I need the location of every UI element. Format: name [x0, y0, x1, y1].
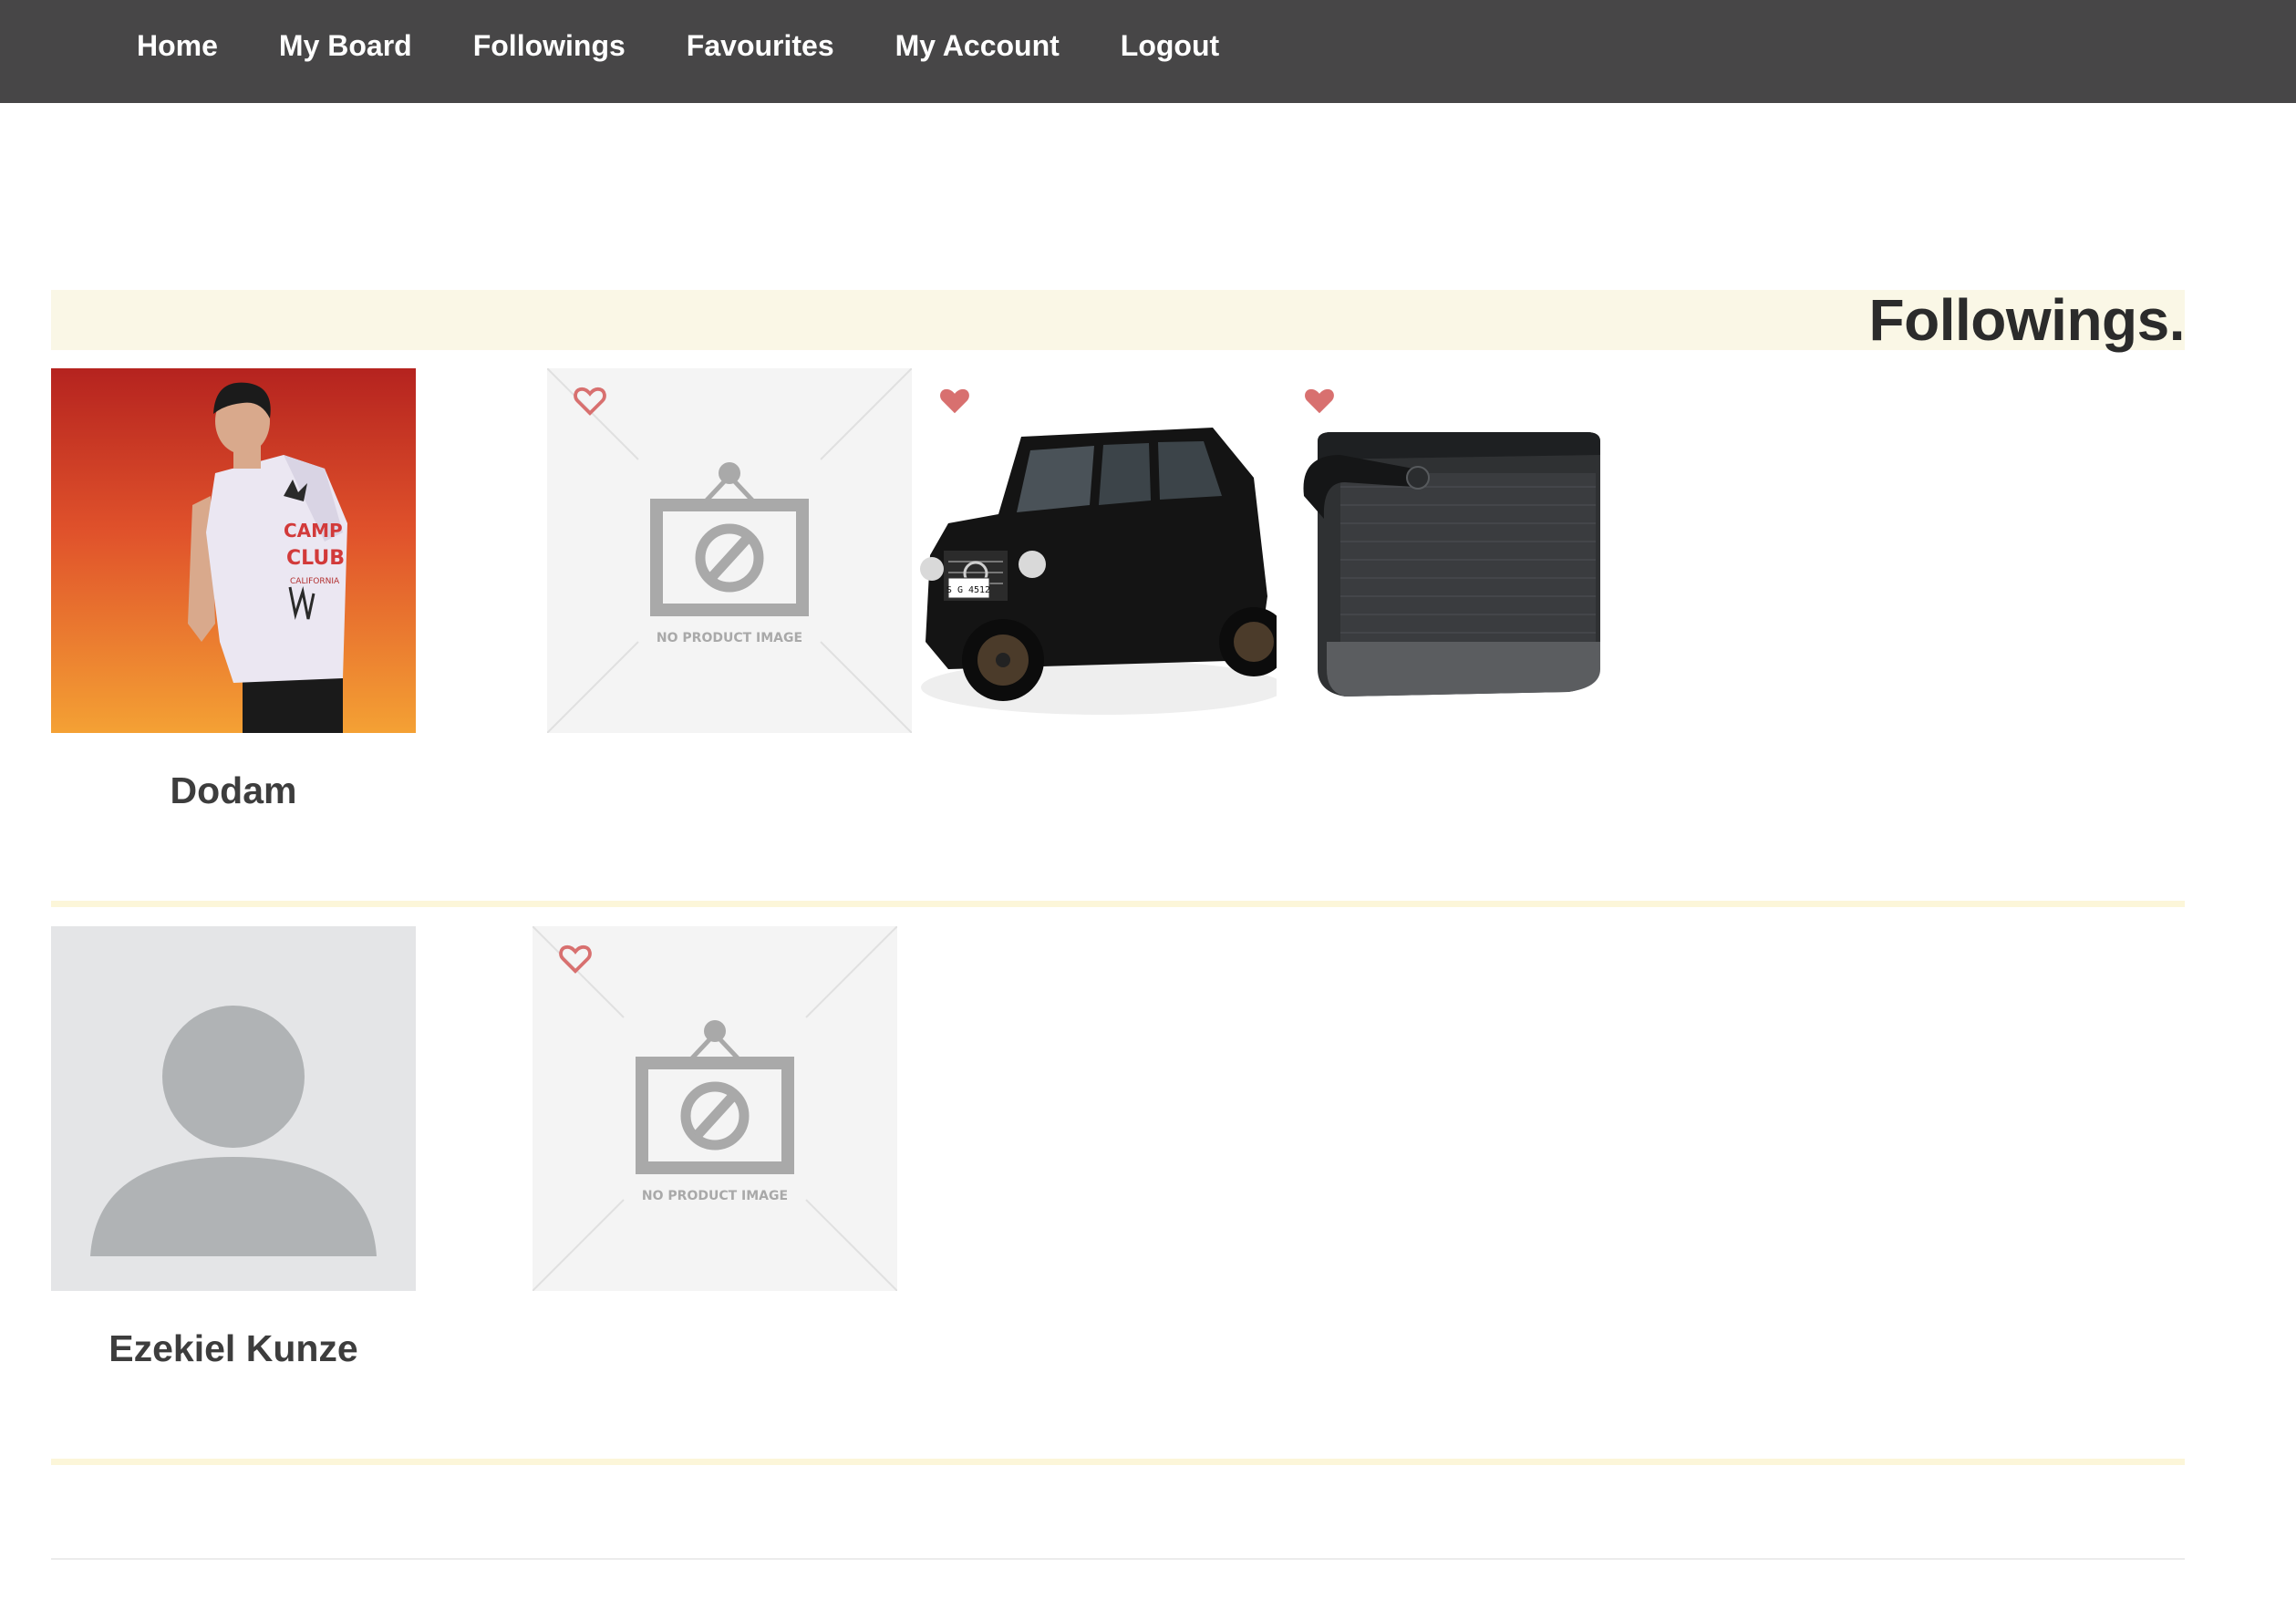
no-product-image-text: NO PRODUCT IMAGE — [657, 631, 802, 645]
no-product-image-text: NO PRODUCT IMAGE — [642, 1189, 788, 1203]
user-name[interactable]: Dodam — [51, 769, 416, 812]
svg-text:CAMP: CAMP — [284, 520, 343, 542]
nav-menu: Home My Board Followings Favourites My A… — [137, 0, 1280, 91]
user-card[interactable]: CAMP CLUB CALIFORNIA Dodam — [51, 368, 416, 812]
nav-favourites-link[interactable]: Favourites — [687, 29, 834, 63]
speaker-product-image — [1277, 368, 1641, 733]
heart-outline-icon[interactable] — [573, 383, 607, 418]
row-divider — [51, 1459, 2185, 1465]
page-heading-bar: Followings. — [51, 287, 2186, 353]
user-card[interactable]: Ezekiel Kunze — [51, 926, 416, 1370]
no-product-image-placeholder: NO PRODUCT IMAGE — [533, 926, 897, 1291]
page-title: Followings. — [1868, 287, 2186, 353]
row-divider — [51, 901, 2185, 907]
product-card[interactable]: NO PRODUCT IMAGE — [533, 926, 897, 1291]
svg-text:CLUB: CLUB — [286, 547, 345, 570]
product-card[interactable]: NO PRODUCT IMAGE — [547, 368, 912, 733]
no-product-image-placeholder: NO PRODUCT IMAGE — [547, 368, 912, 733]
product-card[interactable]: S G 4512 — [912, 368, 1277, 733]
nav-followings-link[interactable]: Followings — [473, 29, 626, 63]
nav-my-account-link[interactable]: My Account — [895, 29, 1060, 63]
nav-my-board-link[interactable]: My Board — [279, 29, 412, 63]
heart-filled-icon[interactable] — [1302, 383, 1337, 418]
product-card[interactable] — [1277, 368, 1641, 733]
footer-divider — [51, 1558, 2185, 1560]
suv-product-image: S G 4512 — [912, 368, 1277, 733]
following-row: Ezekiel Kunze NO PRODUCT IMAGE — [51, 926, 2185, 1465]
user-avatar-photo[interactable]: CAMP CLUB CALIFORNIA — [51, 368, 416, 733]
nav-logout-link[interactable]: Logout — [1121, 29, 1219, 63]
following-row: CAMP CLUB CALIFORNIA Dodam NO PRODUCT IM… — [51, 368, 2185, 907]
nav-home-link[interactable]: Home — [137, 29, 218, 63]
default-avatar[interactable] — [51, 926, 416, 1291]
heart-outline-icon[interactable] — [558, 941, 593, 975]
user-photo-image: CAMP CLUB CALIFORNIA — [51, 368, 416, 733]
heart-filled-icon[interactable] — [937, 383, 972, 418]
user-name[interactable]: Ezekiel Kunze — [51, 1327, 416, 1370]
top-navigation-bar: Home My Board Followings Favourites My A… — [0, 0, 2296, 103]
user-silhouette-icon — [51, 926, 416, 1291]
license-plate-text: S G 4512 — [946, 585, 990, 595]
svg-text:CALIFORNIA: CALIFORNIA — [290, 577, 340, 586]
